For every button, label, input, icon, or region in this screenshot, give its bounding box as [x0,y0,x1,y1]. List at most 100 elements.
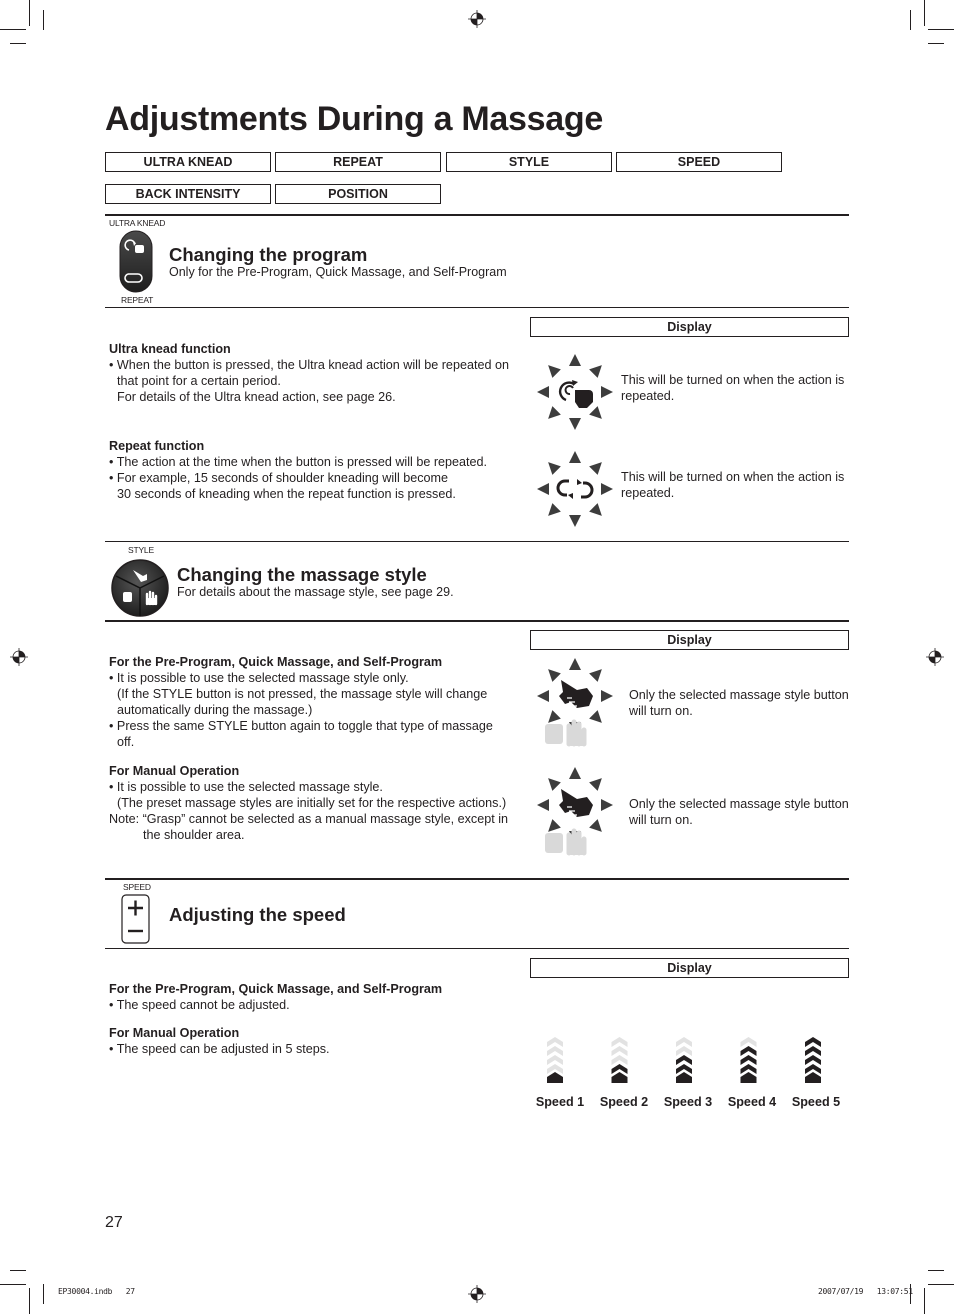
speed-chevron [547,1037,563,1047]
crop-mark [928,1270,944,1271]
display-header: Display [530,630,849,650]
speed-chevron [740,1055,757,1065]
ultra-knead-repeat-button-icon [119,230,153,293]
display-header: Display [530,317,849,337]
burst-ray [569,418,581,430]
section-subheading-program: Only for the Pre-Program, Quick Massage,… [169,265,507,279]
speed-chevron [676,1072,692,1083]
speed-icon-label: SPEED [123,882,151,892]
list-item: • For example, 15 seconds of shoulder kn… [109,471,449,485]
note: Note: “Grasp” cannot be selected as a ma… [109,812,509,826]
style-preprogram-text: For the Pre-Program, Quick Massage, and … [109,654,529,750]
burst-ray [589,462,602,475]
slug-datetime: 2007/07/19 13:07:51 [818,1287,913,1296]
speed-label-3: Speed 3 [663,1095,713,1109]
speed-chevron [740,1046,757,1056]
tab-position[interactable]: POSITION [275,184,441,204]
tab-style[interactable]: STYLE [446,152,612,172]
crop-mark [0,1284,26,1285]
burst-ray [537,483,549,495]
speed-level-3-indicator [676,1037,692,1083]
burst-ray [589,819,602,832]
burst-ray [589,365,602,378]
list-item: • The action at the time when the button… [109,455,488,469]
burst-ray [569,515,581,527]
section-divider [105,878,849,880]
page-number: 27 [105,1214,123,1231]
registration-mark-icon [468,10,486,28]
list-item: • The speed can be adjusted in 5 steps. [109,1042,330,1056]
registration-mark-icon [468,1285,486,1303]
burst-ray [569,354,581,366]
crop-mark [928,43,944,44]
speed-chevron [740,1072,757,1083]
crop-mark [928,29,954,30]
ultra-knead-text: Ultra knead function • When the button i… [109,341,529,405]
crop-mark [910,10,911,30]
crop-mark [924,1288,925,1314]
speed-preprogram-text: For the Pre-Program, Quick Massage, and … [109,981,529,1013]
ultra-knead-display-icon [537,354,613,430]
burst-ray [548,462,561,475]
ultra-knead-heading: Ultra knead function [109,342,231,356]
tab-back-intensity[interactable]: BACK INTENSITY [105,184,271,204]
tab-speed[interactable]: SPEED [616,152,782,172]
style-manual-display-desc: Only the selected massage style button w… [629,797,849,827]
burst-ray [601,483,613,495]
list-item: • It is possible to use the selected mas… [109,780,383,794]
burst-ray [569,767,581,779]
style-manual-text: For Manual Operation • It is possible to… [109,763,534,843]
speed-label-5: Speed 5 [791,1095,841,1109]
speed-chevron [611,1037,628,1047]
tab-repeat[interactable]: REPEAT [275,152,441,172]
section-heading-style: Changing the massage style [177,564,427,585]
style-icon-label: STYLE [128,545,154,555]
crop-mark [10,43,26,44]
crop-mark [10,1270,26,1271]
burst-ray [548,669,561,682]
style-display-icon [537,658,613,747]
page-title: Adjustments During a Massage [105,100,603,138]
tab-ultra-knead[interactable]: ULTRA KNEAD [105,152,271,172]
burst-ray [589,778,602,791]
speed-manual-text: For Manual Operation • The speed can be … [109,1025,529,1057]
section-divider [105,948,849,949]
burst-ray [537,386,549,398]
ultra-knead-icon-label: ULTRA KNEAD [109,218,166,228]
section-divider [105,307,849,308]
section-heading-speed: Adjusting the speed [169,904,346,925]
display-header: Display [530,958,849,978]
slug-file: EP30004.indb 27 [58,1287,135,1296]
ultra-knead-display-desc: This will be turned on when the action i… [621,373,845,403]
burst-ray [548,778,561,791]
burst-ray [601,690,613,702]
speed-chevron [547,1055,563,1065]
burst-ray [569,658,581,670]
crop-mark [43,1284,44,1304]
style-button-icon [111,559,169,617]
repeat-heading: Repeat function [109,439,205,453]
burst-ray [548,503,561,516]
speed-chevron [611,1055,628,1065]
speed-level-2-indicator [611,1037,628,1083]
list-item: • It is possible to use the selected mas… [109,671,409,685]
section-divider [105,620,849,622]
speed-level-4-indicator [740,1037,757,1083]
speed-chevron [547,1072,563,1083]
repeat-display-icon [537,451,613,527]
crop-mark [924,0,925,26]
speed-label-2: Speed 2 [599,1095,649,1109]
burst-ray [601,386,613,398]
crop-mark [43,10,44,30]
speed-chevron [740,1037,757,1047]
burst-ray [589,669,602,682]
burst-ray [601,799,613,811]
crop-mark [928,1284,954,1285]
repeat-icon-label: REPEAT [121,295,154,305]
speed-chevron [547,1046,563,1056]
registration-mark-icon [926,648,944,666]
speed-chevron [676,1037,692,1047]
speed-chevron [805,1037,821,1047]
section-divider [105,214,849,216]
burst-ray [548,406,561,419]
